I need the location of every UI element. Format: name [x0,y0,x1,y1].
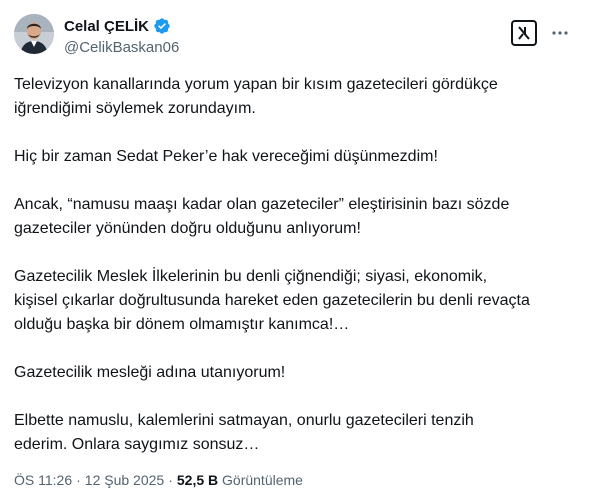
more-options-icon[interactable] [549,22,571,44]
tweet-line: Hiç bir zaman Sedat Peker’e hak vereceği… [14,148,438,165]
tweet-paragraph: Gazetecilik mesleği adına utanıyorum! [14,361,574,385]
tweet-paragraph: Ancak, “namusu maaşı kadar olan gazeteci… [14,193,574,241]
tweet-paragraph: Elbette namuslu, kalemlerini satmayan, o… [14,409,574,457]
avatar[interactable] [14,14,54,54]
tweet-paragraph: Hiç bir zaman Sedat Peker’e hak vereceği… [14,145,574,169]
tweet-time[interactable]: ÖS 11:26 [14,472,72,488]
tweet-line: gazeteciler yönünden doğru olduğunu anlı… [14,220,361,237]
tweet-line: ederim. Onlara saygımız sonsuz… [14,436,260,453]
tweet-card: Celal ÇELİK @CelikBaskan06 Televizyon ka… [0,0,589,503]
tweet-line: olduğu başka bir dönem olmamıştır kanımc… [14,316,350,333]
verified-badge-icon[interactable] [153,17,171,35]
tweet-paragraph: Gazetecilik Meslek İlkelerinin bu denli … [14,265,574,337]
tweet-line: Elbette namuslu, kalemlerini satmayan, o… [14,412,474,429]
tweet-line: Ancak, “namusu maaşı kadar olan gazeteci… [14,196,510,213]
profile-photo [14,14,54,54]
tweet-header: Celal ÇELİK @CelikBaskan06 [14,14,575,62]
tweet-text: Televizyon kanallarında yorum yapan bir … [14,73,574,457]
tweet-paragraph: Televizyon kanallarında yorum yapan bir … [14,73,574,121]
tweet-line: Gazetecilik Meslek İlkelerinin bu denli … [14,268,488,285]
tweet-date[interactable]: 12 Şub 2025 [85,472,164,488]
author-handle[interactable]: @CelikBaskan06 [64,39,179,56]
tweet-meta: ÖS 11:26 · 12 Şub 2025 · 52,5 B Görüntüleme [14,472,303,488]
author-display-name[interactable]: Celal ÇELİK [64,18,149,35]
tweet-line: Gazetecilik mesleği adına utanıyorum! [14,364,286,381]
tweet-line: Televizyon kanallarında yorum yapan bir … [14,76,498,93]
meta-separator: · [168,472,173,488]
views-count: 52,5 B [176,472,219,488]
meta-separator: · [76,472,81,488]
grok-icon[interactable] [511,20,537,46]
tweet-line: iğrendiğimi söylemek zorundayım. [14,100,256,117]
views-label: Görüntüleme [222,472,303,488]
author-info: Celal ÇELİK @CelikBaskan06 [64,16,179,57]
tweet-line: kişisel çıkarlar doğrultusunda hareket e… [14,292,530,309]
